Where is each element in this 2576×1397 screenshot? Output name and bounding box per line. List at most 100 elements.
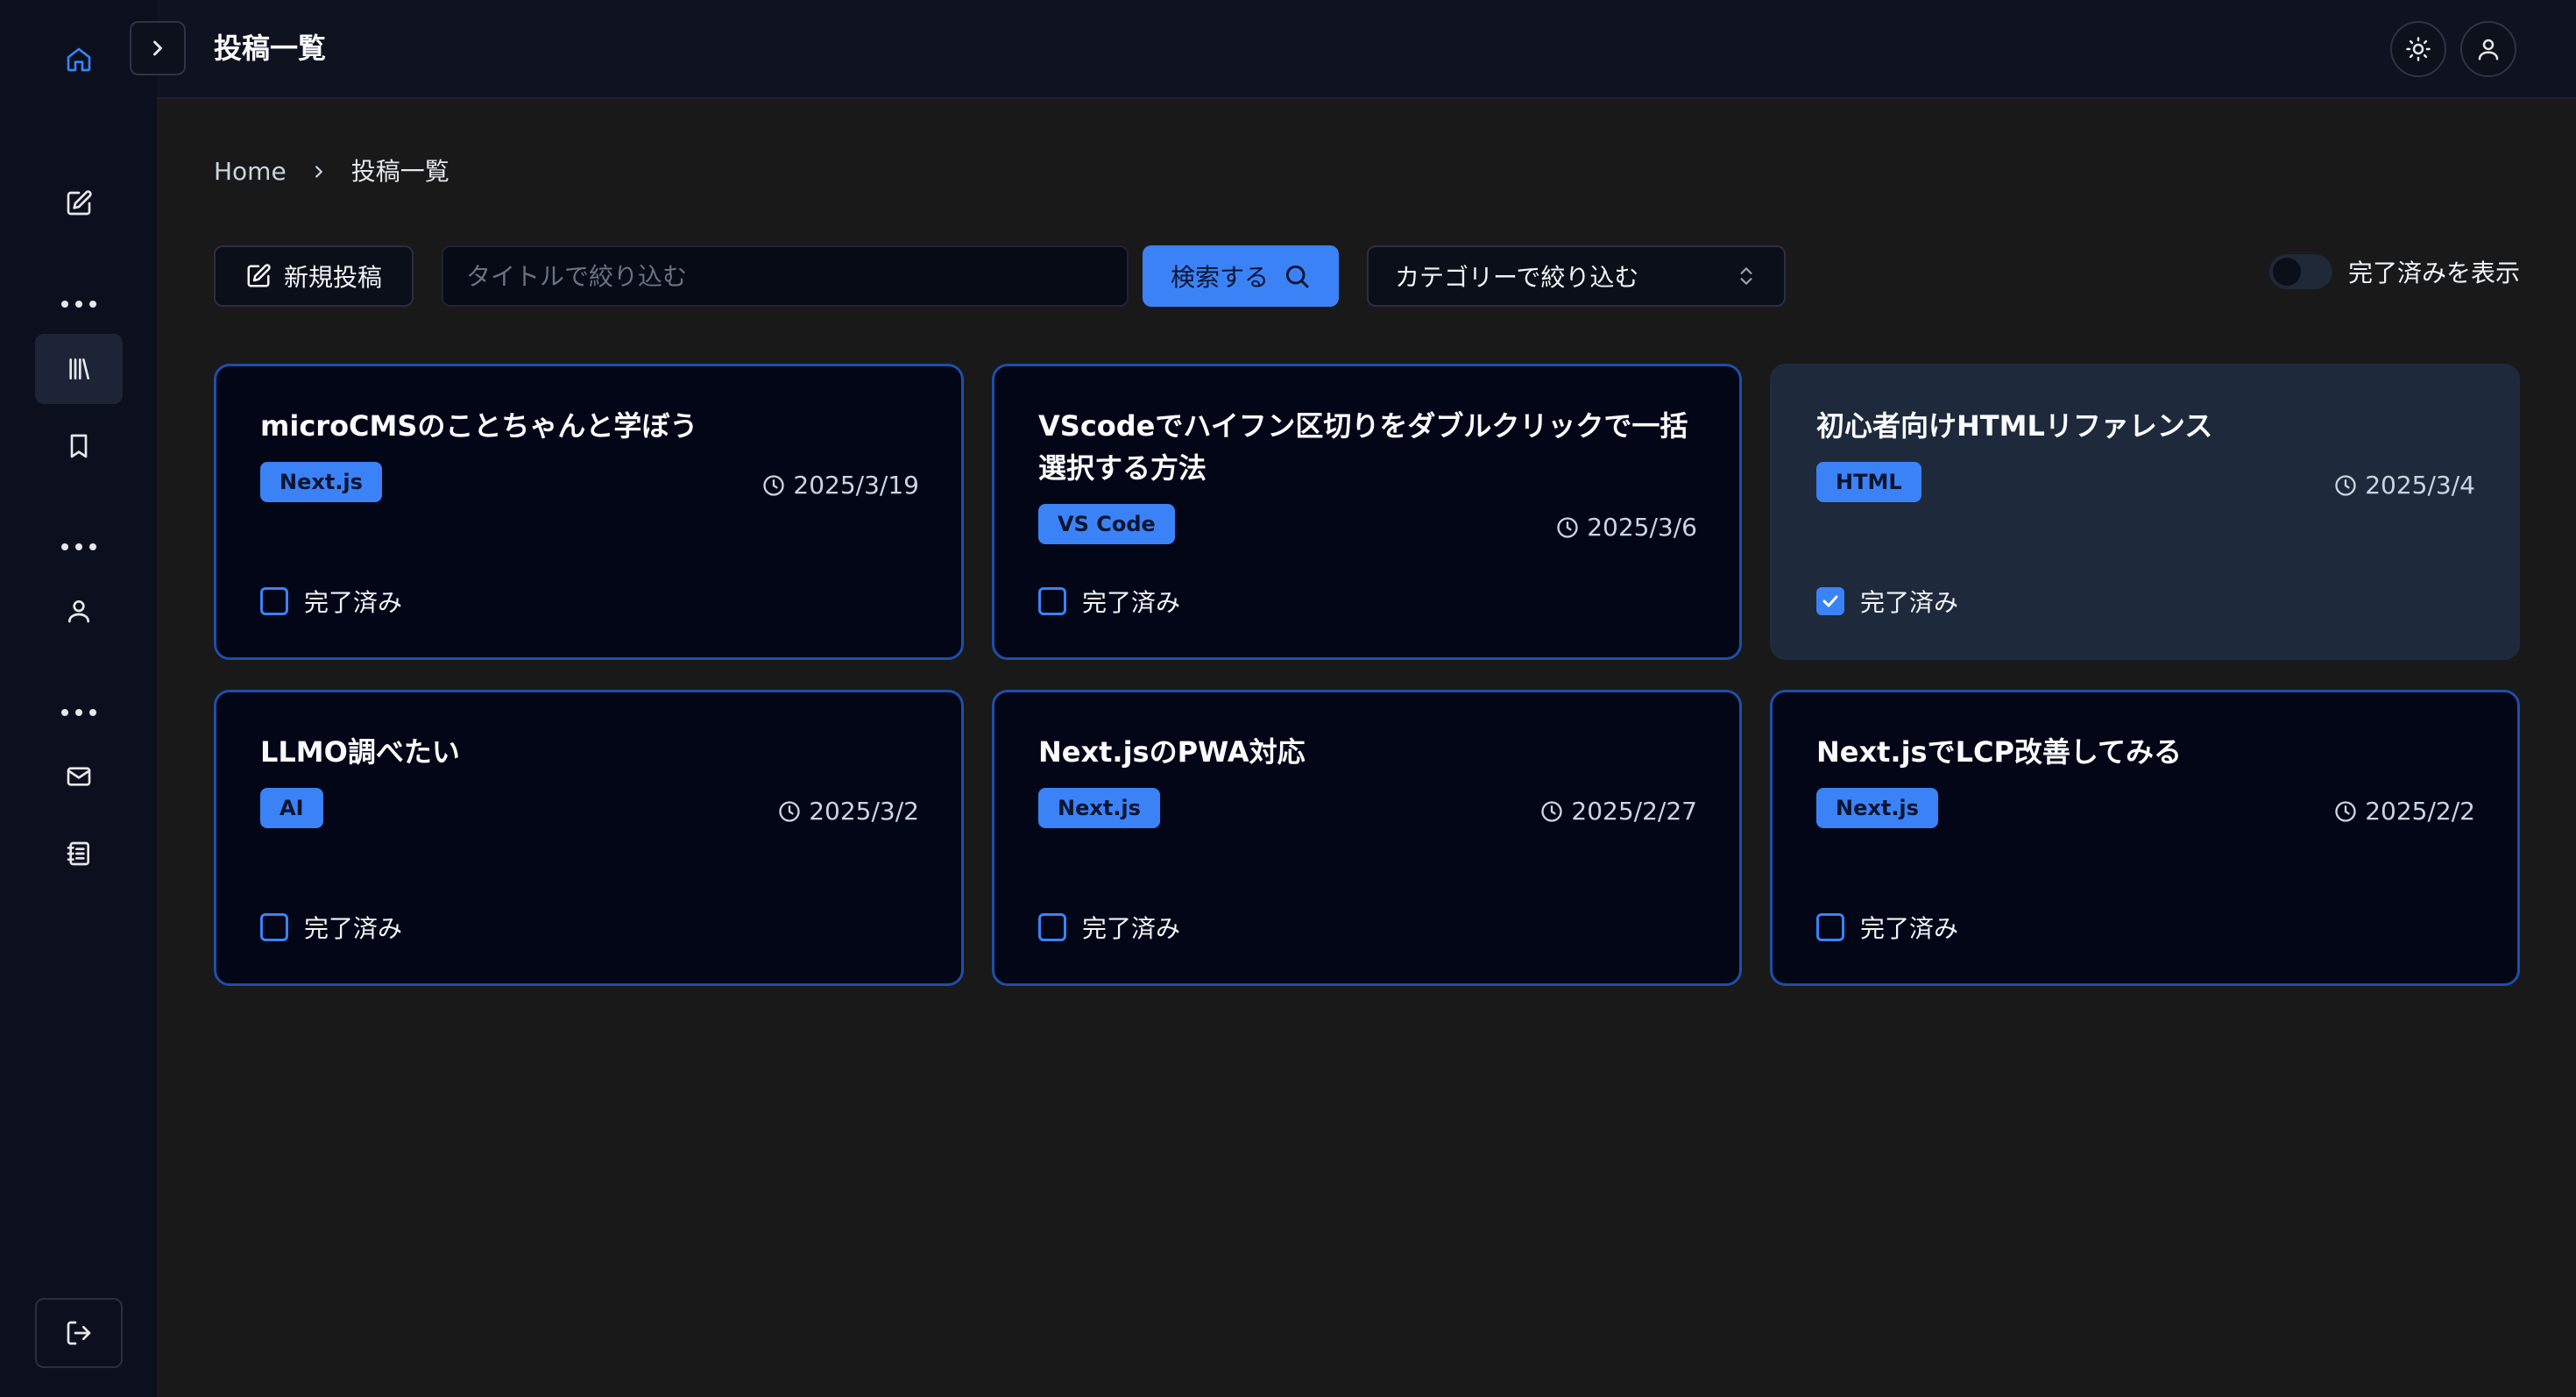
post-date: 2025/2/27	[1539, 797, 1697, 826]
breadcrumb: Home 投稿一覧	[214, 154, 449, 189]
completed-checkbox-row: 完了済み	[260, 584, 402, 619]
completed-checkbox-label: 完了済み	[1860, 914, 1959, 943]
post-card[interactable]: VScodeでハイフン区切りをダブルクリックで一括選択する方法 VS Code 20…	[992, 364, 1742, 660]
completed-checkbox-row: 完了済み	[1816, 584, 1958, 619]
sidebar-item-bookmark[interactable]	[35, 411, 123, 481]
sidebar-toggle-button[interactable]	[130, 21, 186, 75]
search-button-label: 検索する	[1170, 263, 1269, 292]
category-tag[interactable]: Next.js	[260, 462, 382, 502]
title-filter-input[interactable]	[442, 245, 1129, 307]
more-dots-icon	[61, 542, 96, 552]
post-title: microCMSのことちゃんと学ぼう	[260, 409, 698, 443]
completed-checkbox-label: 完了済み	[1082, 588, 1181, 617]
post-date: 2025/2/2	[2333, 797, 2475, 826]
search-button[interactable]: 検索する	[1143, 245, 1339, 307]
clock-icon	[2333, 473, 2358, 498]
completed-checkbox[interactable]	[1816, 587, 1844, 615]
completed-checkbox-row: 完了済み	[1816, 910, 1958, 945]
sun-icon	[2406, 37, 2431, 61]
post-date-text: 2025/2/2	[2365, 797, 2475, 826]
post-date: 2025/3/6	[1555, 513, 1697, 542]
category-tag[interactable]: AI	[260, 788, 323, 828]
clock-icon	[1555, 515, 1580, 540]
post-card[interactable]: LLMO調べたい AI 2025/3/2 完了済み	[214, 690, 964, 986]
account-button[interactable]	[2460, 21, 2516, 77]
post-title: Next.jsでLCP改善してみる	[1816, 735, 2182, 769]
show-completed-toggle: 完了済みを表示	[2269, 254, 2520, 289]
edit-icon	[67, 190, 92, 216]
sidebar-item-user[interactable]	[35, 576, 123, 646]
completed-checkbox[interactable]	[260, 587, 288, 615]
post-date-text: 2025/3/19	[793, 471, 919, 500]
post-title: LLMO調べたい	[260, 735, 460, 769]
post-date: 2025/3/4	[2333, 471, 2475, 500]
post-date: 2025/3/19	[761, 471, 919, 500]
show-completed-switch[interactable]	[2269, 254, 2332, 289]
completed-checkbox[interactable]	[1816, 913, 1844, 941]
chevrons-up-down-icon	[1740, 267, 1752, 285]
home-icon	[67, 47, 91, 72]
post-title: VScodeでハイフン区切りをダブルクリックで一括選択する方法	[1038, 409, 1688, 485]
post-date-text: 2025/3/4	[2365, 471, 2475, 500]
sidebar-item-home[interactable]	[35, 25, 123, 95]
category-tag[interactable]: HTML	[1816, 462, 1921, 502]
category-select-value: カテゴリーで絞り込む	[1395, 263, 1639, 292]
completed-checkbox-label: 完了済み	[1082, 914, 1181, 943]
post-card[interactable]: 初心者向けHTMLリファレンス HTML 2025/3/4 完了済み	[1770, 364, 2520, 660]
notebook-icon	[67, 841, 89, 866]
post-date-text: 2025/3/6	[1587, 513, 1697, 542]
category-tag[interactable]: VS Code	[1038, 504, 1175, 544]
user-icon	[2478, 39, 2499, 60]
clock-icon	[2333, 799, 2358, 824]
sidebar-item-mail[interactable]	[35, 741, 123, 812]
logout-button[interactable]	[35, 1298, 123, 1368]
post-date-text: 2025/2/27	[1571, 797, 1697, 826]
category-tag[interactable]: Next.js	[1816, 788, 1938, 828]
user-icon	[68, 600, 89, 623]
breadcrumb-home-link[interactable]: Home	[214, 154, 287, 189]
check-icon	[1820, 591, 1841, 612]
show-completed-label: 完了済みを表示	[2348, 259, 2521, 287]
sidebar-item-edit[interactable]	[35, 168, 123, 238]
post-date-text: 2025/3/2	[809, 797, 919, 826]
top-header: 投稿一覧	[130, 0, 2576, 99]
clock-icon	[1539, 799, 1564, 824]
edit-icon	[247, 264, 271, 287]
sidebar-item-library[interactable]	[35, 334, 123, 404]
sidebar-item-notebook[interactable]	[35, 819, 123, 889]
more-dots-icon	[61, 299, 96, 309]
theme-toggle-button[interactable]	[2390, 21, 2446, 77]
completed-checkbox-row: 完了済み	[260, 910, 402, 945]
new-post-label: 新規投稿	[283, 263, 382, 292]
page-title: 投稿一覧	[214, 32, 327, 65]
new-post-button[interactable]: 新規投稿	[214, 245, 414, 307]
post-title: 初心者向けHTMLリファレンス	[1816, 409, 2213, 443]
chevron-right-icon	[153, 40, 162, 56]
search-icon	[1285, 265, 1309, 288]
clock-icon	[761, 473, 786, 498]
post-card[interactable]: Next.jsでLCP改善してみる Next.js 2025/2/2 完了済み	[1770, 690, 2520, 986]
completed-checkbox[interactable]	[260, 913, 288, 941]
post-card[interactable]: Next.jsのPWA対応 Next.js 2025/2/27 完了済み	[992, 690, 1742, 986]
category-tag[interactable]: Next.js	[1038, 788, 1160, 828]
clock-icon	[777, 799, 802, 824]
breadcrumb-current: 投稿一覧	[350, 157, 449, 186]
post-title: Next.jsのPWA対応	[1038, 735, 1306, 769]
logout-icon	[67, 1321, 91, 1345]
bookmark-icon	[70, 434, 88, 458]
mail-icon	[67, 767, 91, 786]
completed-checkbox-row: 完了済み	[1038, 910, 1180, 945]
completed-checkbox[interactable]	[1038, 913, 1066, 941]
sidebar	[0, 0, 157, 1397]
more-dots-icon	[61, 707, 96, 718]
post-card[interactable]: microCMSのことちゃんと学ぼう Next.js 2025/3/19 完了済み	[214, 364, 964, 660]
category-filter-select[interactable]: カテゴリーで絞り込む	[1367, 245, 1786, 307]
completed-checkbox[interactable]	[1038, 587, 1066, 615]
chevron-right-icon	[309, 162, 329, 181]
completed-checkbox-row: 完了済み	[1038, 584, 1180, 619]
completed-checkbox-label: 完了済み	[304, 914, 403, 943]
post-date: 2025/3/2	[777, 797, 919, 826]
completed-checkbox-label: 完了済み	[304, 588, 403, 617]
completed-checkbox-label: 完了済み	[1860, 588, 1959, 617]
library-icon	[69, 358, 89, 379]
